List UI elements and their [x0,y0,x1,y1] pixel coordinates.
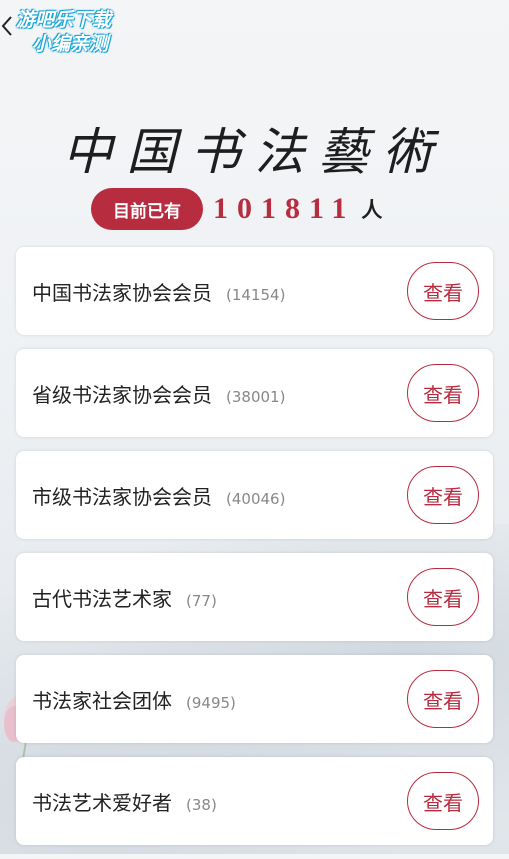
counter-badge: 目前已有 [91,188,203,230]
watermark-line-1: 游吧乐下载 [16,9,112,31]
category-count: (9495) [186,693,236,712]
counter-number: 101811 [213,192,356,225]
category-name: 古代书法艺术家 [32,586,172,611]
view-button[interactable]: 查看 [407,262,479,320]
category-name: 书法家社会团体 [32,688,172,713]
category-card-provincial[interactable]: 省级书法家协会会员 (38001) 查看 [16,349,493,437]
category-list: 中国书法家协会会员 (14154) 查看 省级书法家协会会员 (38001) 查… [16,247,493,859]
category-count: (14154) [226,285,286,304]
category-card-groups[interactable]: 书法家社会团体 (9495) 查看 [16,655,493,743]
watermark-logo: 游吧乐下载 小编亲测 [16,8,111,56]
category-card-national[interactable]: 中国书法家协会会员 (14154) 查看 [16,247,493,335]
category-count: (38) [186,795,217,814]
view-button[interactable]: 查看 [407,670,479,728]
watermark-line-2: 小编亲测 [32,33,109,55]
category-card-city[interactable]: 市级书法家协会会员 (40046) 查看 [16,451,493,539]
view-button[interactable]: 查看 [407,772,479,830]
category-name: 市级书法家协会会员 [32,484,212,509]
view-button[interactable]: 查看 [407,364,479,422]
back-arrow-icon[interactable] [0,14,14,38]
page-title: 中国书法藝術 [62,123,447,181]
category-card-enthusiasts[interactable]: 书法艺术爱好者 (38) 查看 [16,757,493,845]
counter-unit: 人 [361,198,383,222]
view-button[interactable]: 查看 [407,568,479,626]
category-count: (38001) [226,387,286,406]
category-name: 省级书法家协会会员 [32,382,212,407]
category-count: (77) [186,591,217,610]
category-card-ancient[interactable]: 古代书法艺术家 (77) 查看 [16,553,493,641]
category-count: (40046) [226,489,286,508]
category-name: 书法艺术爱好者 [32,790,172,815]
category-name: 中国书法家协会会员 [32,280,212,305]
view-button[interactable]: 查看 [407,466,479,524]
member-counter: 目前已有 101811 人 [91,187,382,231]
